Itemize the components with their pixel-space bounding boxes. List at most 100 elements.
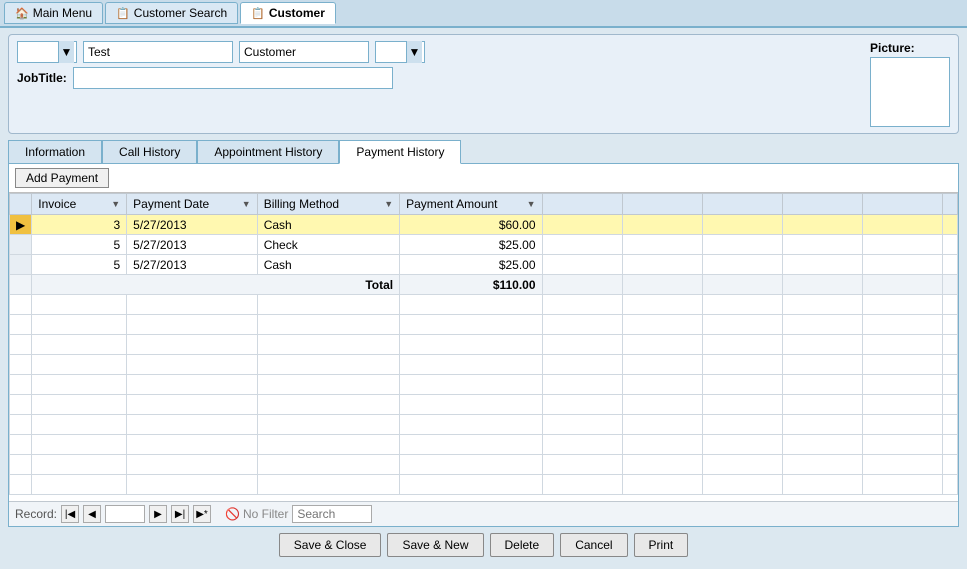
empty-2 — [622, 255, 702, 275]
billing-method-cell: Cash — [257, 215, 399, 235]
table-container: Add Payment Invoice ▼ — [8, 163, 959, 527]
home-icon: 🏠 — [15, 7, 29, 20]
empty-5 — [862, 255, 942, 275]
picture-label: Picture: — [870, 41, 915, 55]
table-toolbar: Add Payment — [9, 164, 958, 193]
empty-1 — [542, 215, 622, 235]
empty-2 — [622, 215, 702, 235]
nav-prev-button[interactable]: ◀ — [83, 505, 101, 523]
table-row[interactable]: 5 5/27/2013 Check $25.00 — [10, 235, 958, 255]
tab-customer[interactable]: 📋 Customer — [240, 2, 336, 24]
picture-area: Picture: — [870, 41, 950, 127]
empty-row — [10, 435, 958, 455]
tab-appointment-history[interactable]: Appointment History — [197, 140, 339, 164]
empty-row — [10, 375, 958, 395]
empty-row — [10, 455, 958, 475]
main-container: ▼ ▼ JobTitle: Picture: Information — [0, 28, 967, 569]
content-tabs: Information Call History Appointment His… — [8, 140, 959, 164]
col-header-payment-date[interactable]: Payment Date ▼ — [127, 194, 258, 215]
tab-payment-history[interactable]: Payment History — [339, 140, 461, 164]
cancel-button[interactable]: Cancel — [560, 533, 627, 557]
empty-row — [10, 335, 958, 355]
total-amount: $110.00 — [400, 275, 542, 295]
customer-fields: ▼ ▼ JobTitle: — [17, 41, 862, 89]
row-indicator: ▶ — [10, 215, 32, 235]
payment-date-cell: 5/27/2013 — [127, 235, 258, 255]
payment-amount-cell: $60.00 — [400, 215, 542, 235]
col-header-billing-method[interactable]: Billing Method ▼ — [257, 194, 399, 215]
empty-1 — [542, 255, 622, 275]
empty-row — [10, 415, 958, 435]
total-label: Total — [32, 275, 400, 295]
col-extra-4 — [782, 194, 862, 215]
empty-5 — [862, 235, 942, 255]
save-close-button[interactable]: Save & Close — [279, 533, 382, 557]
nav-next-button[interactable]: ▶ — [149, 505, 167, 523]
empty-row — [10, 295, 958, 315]
no-filter-label: No Filter — [243, 507, 288, 521]
payment-date-cell: 5/27/2013 — [127, 215, 258, 235]
col-extra-2 — [622, 194, 702, 215]
customer-header: ▼ ▼ JobTitle: Picture: — [8, 34, 959, 134]
prefix-select[interactable]: ▼ — [17, 41, 77, 63]
col-extra-6 — [942, 194, 957, 215]
title-bar: 🏠 Main Menu 📋 Customer Search 📋 Customer — [0, 0, 967, 28]
nav-new-button[interactable]: ▶* — [193, 505, 211, 523]
filter-icon: 🚫 — [225, 507, 240, 521]
tab-customer-search[interactable]: 📋 Customer Search — [105, 2, 238, 24]
table-icon: 📋 — [116, 7, 130, 20]
nav-last-button[interactable]: ▶| — [171, 505, 189, 523]
tab-main-menu-label: Main Menu — [33, 6, 92, 20]
record-label: Record: — [15, 507, 57, 521]
add-payment-button[interactable]: Add Payment — [15, 168, 109, 188]
table-scroll-area[interactable]: Invoice ▼ Payment Date ▼ — [9, 193, 958, 501]
print-button[interactable]: Print — [634, 533, 689, 557]
picture-box — [870, 57, 950, 127]
col-header-payment-amount[interactable]: Payment Amount ▼ — [400, 194, 542, 215]
nav-page-input[interactable] — [105, 505, 145, 523]
billing-method-cell: Check — [257, 235, 399, 255]
empty-2 — [622, 235, 702, 255]
empty-4 — [782, 235, 862, 255]
suffix-select[interactable]: ▼ — [375, 41, 425, 63]
payment-amount-sort-icon: ▼ — [527, 199, 536, 209]
tab-customer-search-label: Customer Search — [134, 6, 227, 20]
empty-6 — [942, 255, 957, 275]
invoice-cell: 5 — [32, 235, 127, 255]
tab-information[interactable]: Information — [8, 140, 102, 164]
empty-3 — [702, 235, 782, 255]
table-row[interactable]: 5 5/27/2013 Cash $25.00 — [10, 255, 958, 275]
payment-amount-cell: $25.00 — [400, 255, 542, 275]
payment-date-sort-icon: ▼ — [242, 199, 251, 209]
row-indicator — [10, 255, 32, 275]
row-indicator — [10, 235, 32, 255]
empty-row — [10, 355, 958, 375]
save-new-button[interactable]: Save & New — [387, 533, 483, 557]
tab-call-history[interactable]: Call History — [102, 140, 197, 164]
delete-button[interactable]: Delete — [490, 533, 555, 557]
job-title-input[interactable] — [73, 67, 393, 89]
empty-4 — [782, 255, 862, 275]
empty-3 — [702, 215, 782, 235]
empty-6 — [942, 235, 957, 255]
payment-date-cell: 5/27/2013 — [127, 255, 258, 275]
prefix-dropdown-arrow[interactable]: ▼ — [58, 41, 74, 63]
billing-method-sort-icon: ▼ — [384, 199, 393, 209]
suffix-dropdown-arrow[interactable]: ▼ — [406, 41, 422, 63]
first-name-input[interactable] — [83, 41, 233, 63]
nav-search-input[interactable] — [292, 505, 372, 523]
name-row: ▼ ▼ — [17, 41, 862, 63]
col-extra-5 — [862, 194, 942, 215]
last-name-input[interactable] — [239, 41, 369, 63]
col-header-invoice[interactable]: Invoice ▼ — [32, 194, 127, 215]
empty-row — [10, 315, 958, 335]
empty-5 — [862, 215, 942, 235]
tab-main-menu[interactable]: 🏠 Main Menu — [4, 2, 103, 24]
invoice-sort-icon: ▼ — [111, 199, 120, 209]
table-row[interactable]: ▶ 3 5/27/2013 Cash $60.00 — [10, 215, 958, 235]
nav-first-button[interactable]: |◀ — [61, 505, 79, 523]
nav-filter: 🚫 No Filter — [225, 507, 288, 521]
empty-row — [10, 475, 958, 495]
empty-4 — [782, 215, 862, 235]
nav-bar: Record: |◀ ◀ ▶ ▶| ▶* 🚫 No Filter — [9, 501, 958, 526]
